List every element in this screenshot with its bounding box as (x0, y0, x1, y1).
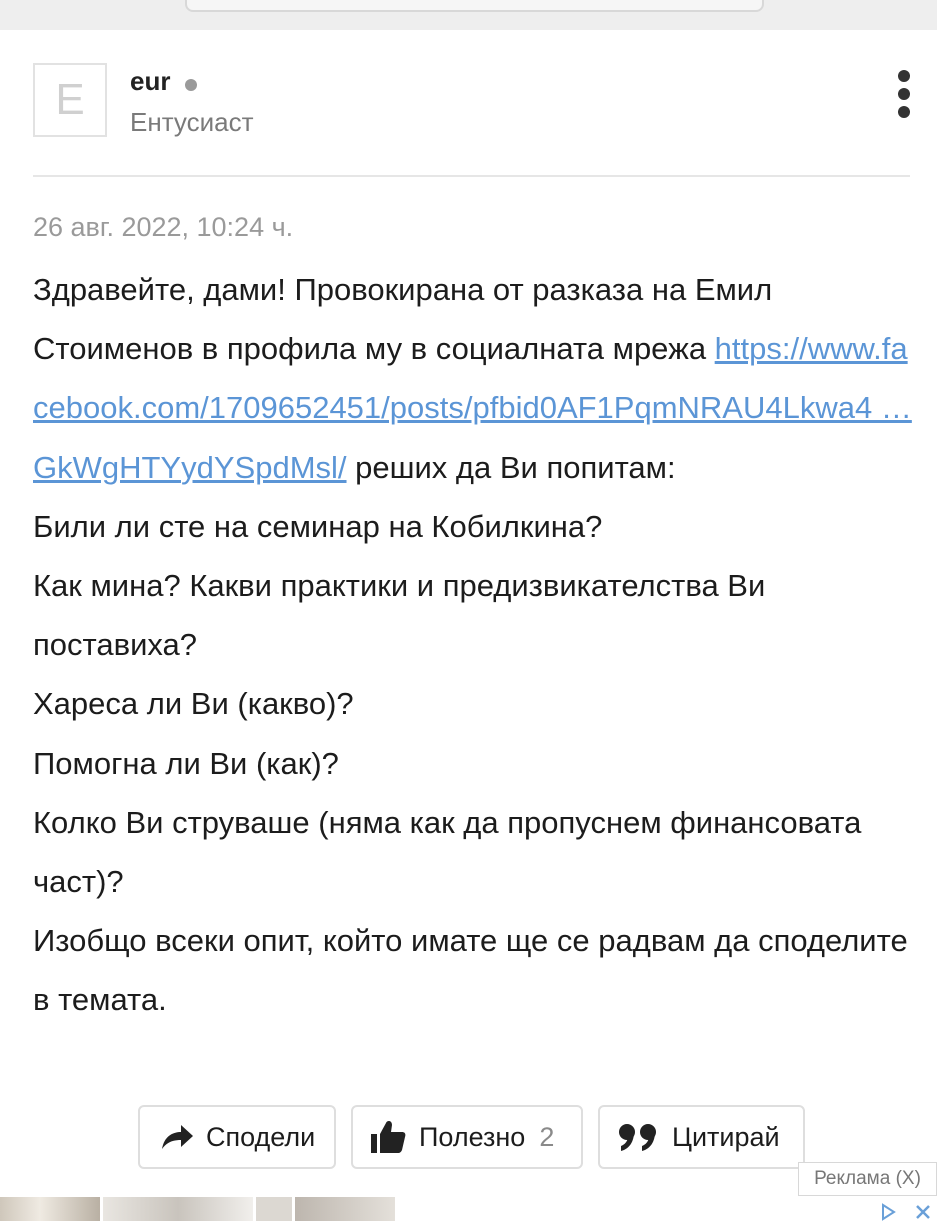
post-after-link-text: реших да Ви попитам: (346, 449, 676, 485)
share-label: Сподели (206, 1121, 316, 1152)
post-line: Хареса ли Ви (какво)? (33, 686, 354, 722)
post-line: Как мина? Какви практики и предизвикател… (33, 568, 766, 663)
useful-label: Полезно (419, 1121, 526, 1152)
quote-icon (618, 1122, 660, 1152)
avatar[interactable]: E (33, 63, 107, 137)
quote-button[interactable]: Цитирай (598, 1105, 805, 1169)
post-intro-text: Здравейте, дами! Провокирана от разказа … (33, 272, 773, 367)
avatar-letter: E (55, 75, 85, 124)
ad-banner-image[interactable] (0, 1197, 395, 1221)
user-rank: Ентусиаст (130, 107, 254, 137)
post-line: Изобщо всеки опит, който имате ще се рад… (33, 923, 908, 1018)
more-vertical-icon[interactable] (892, 70, 916, 124)
divider (33, 175, 910, 177)
search-field[interactable] (185, 0, 764, 12)
quote-label: Цитирай (672, 1121, 780, 1152)
post-line: Помогна ли Ви (как)? (33, 745, 339, 781)
share-arrow-icon (160, 1123, 194, 1151)
useful-button[interactable]: Полезно 2 (351, 1105, 583, 1169)
post-intro-paragraph: Здравейте, дами! Провокирана от разказа … (33, 260, 913, 497)
useful-count: 2 (539, 1121, 555, 1152)
post-line: Колко Ви струваше (няма как да пропуснем… (33, 804, 862, 900)
share-button[interactable]: Сподели (138, 1105, 336, 1169)
username[interactable]: eur (130, 66, 170, 97)
browser-top-bar (0, 0, 937, 30)
ad-label[interactable]: Реклама (X) (798, 1162, 937, 1196)
online-status-dot (185, 79, 197, 91)
post-body: Здравейте, дами! Провокирана от разказа … (33, 260, 913, 1030)
adchoices-icon[interactable] (877, 1202, 937, 1221)
thumbs-up-icon (369, 1119, 407, 1155)
post-date: 26 авг. 2022, 10:24 ч. (33, 212, 294, 242)
post-line: Били ли сте на семинар на Кобилкина? (33, 508, 603, 544)
